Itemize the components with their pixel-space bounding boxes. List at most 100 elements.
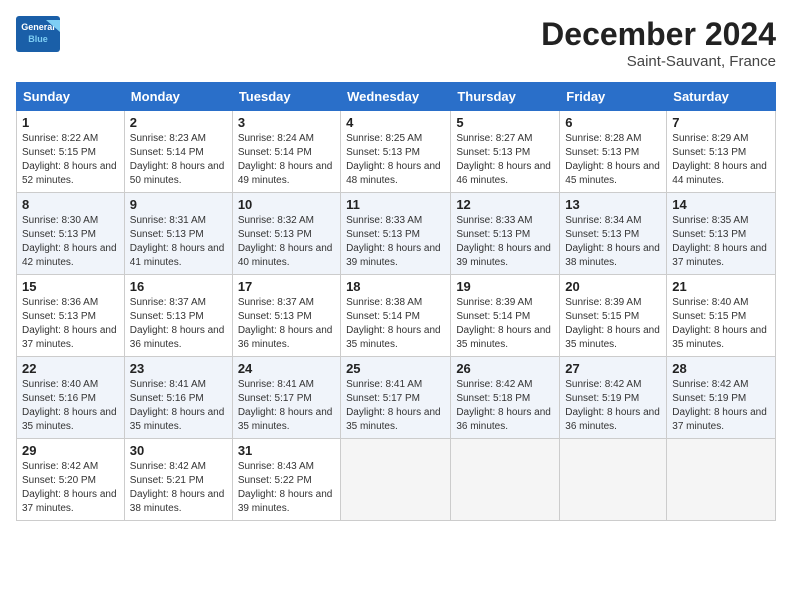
- calendar-cell: 18Sunrise: 8:38 AMSunset: 5:14 PMDayligh…: [341, 275, 451, 357]
- day-number: 9: [130, 197, 227, 212]
- day-info: Sunrise: 8:31 AMSunset: 5:13 PMDaylight:…: [130, 214, 227, 270]
- day-number: 21: [672, 279, 770, 294]
- weekday-header-thursday: Thursday: [451, 83, 560, 111]
- calendar-cell: 10 Sunrise: 8:32 AMSunset: 5:13 PMDayligh…: [232, 193, 340, 275]
- calendar-week-row: 1 Sunrise: 8:22 AMSunset: 5:15 PMDaylight…: [17, 111, 776, 193]
- weekday-header-saturday: Saturday: [667, 83, 776, 111]
- day-number: 20: [565, 279, 661, 294]
- day-number: 31: [238, 443, 335, 458]
- logo: General Blue: [16, 16, 64, 52]
- day-info: Sunrise: 8:42 AMSunset: 5:19 PMDaylight:…: [565, 378, 661, 434]
- day-info: Sunrise: 8:43 AMSunset: 5:22 PMDaylight:…: [238, 460, 335, 516]
- calendar-cell: 16Sunrise: 8:37 AMSunset: 5:13 PMDayligh…: [124, 275, 232, 357]
- day-info: Sunrise: 8:30 AMSunset: 5:13 PMDaylight:…: [22, 214, 119, 270]
- location: Saint-Sauvant, France: [541, 53, 776, 70]
- weekday-header-sunday: Sunday: [17, 83, 125, 111]
- calendar-cell: 13Sunrise: 8:34 AMSunset: 5:13 PMDayligh…: [560, 193, 667, 275]
- day-number: 14: [672, 197, 770, 212]
- calendar-week-row: 15Sunrise: 8:36 AMSunset: 5:13 PMDayligh…: [17, 275, 776, 357]
- day-number: 28: [672, 361, 770, 376]
- day-number: 6: [565, 115, 661, 130]
- calendar-cell: 7Sunrise: 8:29 AMSunset: 5:13 PMDaylight…: [667, 111, 776, 193]
- day-info: Sunrise: 8:23 AMSunset: 5:14 PMDaylight:…: [130, 132, 227, 188]
- calendar-cell: 12Sunrise: 8:33 AMSunset: 5:13 PMDayligh…: [451, 193, 560, 275]
- calendar-cell: 21 Sunrise: 8:40 AMSunset: 5:15 PMDayligh…: [667, 275, 776, 357]
- day-number: 1: [22, 115, 119, 130]
- svg-text:Blue: Blue: [28, 34, 48, 44]
- day-info: Sunrise: 8:41 AMSunset: 5:16 PMDaylight:…: [130, 378, 227, 434]
- day-info: Sunrise: 8:35 AMSunset: 5:13 PMDaylight:…: [672, 214, 770, 270]
- day-info: Sunrise: 8:42 AMSunset: 5:21 PMDaylight:…: [130, 460, 227, 516]
- calendar-cell: 6 Sunrise: 8:28 AMSunset: 5:13 PMDaylight…: [560, 111, 667, 193]
- day-info: Sunrise: 8:32 AMSunset: 5:13 PMDaylight:…: [238, 214, 335, 270]
- day-info: Sunrise: 8:41 AMSunset: 5:17 PMDaylight:…: [238, 378, 335, 434]
- day-number: 4: [346, 115, 445, 130]
- calendar-cell: 27 Sunrise: 8:42 AMSunset: 5:19 PMDayligh…: [560, 357, 667, 439]
- title-block: December 2024 Saint-Sauvant, France: [541, 16, 776, 70]
- day-number: 29: [22, 443, 119, 458]
- calendar-cell: 19 Sunrise: 8:39 AMSunset: 5:14 PMDayligh…: [451, 275, 560, 357]
- weekday-header-row: SundayMondayTuesdayWednesdayThursdayFrid…: [17, 83, 776, 111]
- calendar-cell: 2 Sunrise: 8:23 AMSunset: 5:14 PMDaylight…: [124, 111, 232, 193]
- day-number: 18: [346, 279, 445, 294]
- calendar-cell: 9 Sunrise: 8:31 AMSunset: 5:13 PMDaylight…: [124, 193, 232, 275]
- calendar-cell: [341, 439, 451, 521]
- calendar-cell: 20 Sunrise: 8:39 AMSunset: 5:15 PMDayligh…: [560, 275, 667, 357]
- day-number: 13: [565, 197, 661, 212]
- day-number: 7: [672, 115, 770, 130]
- day-info: Sunrise: 8:33 AMSunset: 5:13 PMDaylight:…: [346, 214, 445, 270]
- calendar-cell: 4Sunrise: 8:25 AMSunset: 5:13 PMDaylight…: [341, 111, 451, 193]
- day-info: Sunrise: 8:33 AMSunset: 5:13 PMDaylight:…: [456, 214, 554, 270]
- day-number: 30: [130, 443, 227, 458]
- calendar-cell: 31 Sunrise: 8:43 AMSunset: 5:22 PMDayligh…: [232, 439, 340, 521]
- day-number: 27: [565, 361, 661, 376]
- calendar-cell: 15Sunrise: 8:36 AMSunset: 5:13 PMDayligh…: [17, 275, 125, 357]
- day-number: 10: [238, 197, 335, 212]
- calendar-week-row: 8 Sunrise: 8:30 AMSunset: 5:13 PMDaylight…: [17, 193, 776, 275]
- day-info: Sunrise: 8:22 AMSunset: 5:15 PMDaylight:…: [22, 132, 119, 188]
- day-info: Sunrise: 8:28 AMSunset: 5:13 PMDaylight:…: [565, 132, 661, 188]
- weekday-header-monday: Monday: [124, 83, 232, 111]
- month-year: December 2024: [541, 16, 776, 53]
- calendar-cell: 22Sunrise: 8:40 AMSunset: 5:16 PMDayligh…: [17, 357, 125, 439]
- day-info: Sunrise: 8:39 AMSunset: 5:14 PMDaylight:…: [456, 296, 554, 352]
- svg-text:General: General: [21, 22, 55, 32]
- weekday-header-friday: Friday: [560, 83, 667, 111]
- calendar-cell: 5 Sunrise: 8:27 AMSunset: 5:13 PMDaylight…: [451, 111, 560, 193]
- day-number: 22: [22, 361, 119, 376]
- calendar-cell: 1 Sunrise: 8:22 AMSunset: 5:15 PMDaylight…: [17, 111, 125, 193]
- calendar-cell: 23 Sunrise: 8:41 AMSunset: 5:16 PMDayligh…: [124, 357, 232, 439]
- day-info: Sunrise: 8:39 AMSunset: 5:15 PMDaylight:…: [565, 296, 661, 352]
- day-number: 3: [238, 115, 335, 130]
- day-info: Sunrise: 8:27 AMSunset: 5:13 PMDaylight:…: [456, 132, 554, 188]
- calendar-cell: 3Sunrise: 8:24 AMSunset: 5:14 PMDaylight…: [232, 111, 340, 193]
- day-info: Sunrise: 8:40 AMSunset: 5:15 PMDaylight:…: [672, 296, 770, 352]
- day-number: 2: [130, 115, 227, 130]
- day-number: 5: [456, 115, 554, 130]
- day-number: 25: [346, 361, 445, 376]
- day-number: 8: [22, 197, 119, 212]
- calendar-cell: [451, 439, 560, 521]
- calendar-cell: 29 Sunrise: 8:42 AMSunset: 5:20 PMDayligh…: [17, 439, 125, 521]
- weekday-header-tuesday: Tuesday: [232, 83, 340, 111]
- day-info: Sunrise: 8:41 AMSunset: 5:17 PMDaylight:…: [346, 378, 445, 434]
- day-number: 23: [130, 361, 227, 376]
- calendar-cell: 8 Sunrise: 8:30 AMSunset: 5:13 PMDaylight…: [17, 193, 125, 275]
- calendar-week-row: 22Sunrise: 8:40 AMSunset: 5:16 PMDayligh…: [17, 357, 776, 439]
- day-number: 16: [130, 279, 227, 294]
- weekday-header-wednesday: Wednesday: [341, 83, 451, 111]
- day-info: Sunrise: 8:42 AMSunset: 5:20 PMDaylight:…: [22, 460, 119, 516]
- calendar-cell: 26Sunrise: 8:42 AMSunset: 5:18 PMDayligh…: [451, 357, 560, 439]
- day-info: Sunrise: 8:42 AMSunset: 5:19 PMDaylight:…: [672, 378, 770, 434]
- day-number: 19: [456, 279, 554, 294]
- day-number: 15: [22, 279, 119, 294]
- calendar-cell: [560, 439, 667, 521]
- calendar-cell: 28 Sunrise: 8:42 AMSunset: 5:19 PMDayligh…: [667, 357, 776, 439]
- calendar-cell: 14 Sunrise: 8:35 AMSunset: 5:13 PMDayligh…: [667, 193, 776, 275]
- day-number: 24: [238, 361, 335, 376]
- calendar-cell: [667, 439, 776, 521]
- calendar-cell: 11Sunrise: 8:33 AMSunset: 5:13 PMDayligh…: [341, 193, 451, 275]
- calendar-cell: 30 Sunrise: 8:42 AMSunset: 5:21 PMDayligh…: [124, 439, 232, 521]
- logo-icon: General Blue: [16, 16, 60, 52]
- calendar-cell: 17Sunrise: 8:37 AMSunset: 5:13 PMDayligh…: [232, 275, 340, 357]
